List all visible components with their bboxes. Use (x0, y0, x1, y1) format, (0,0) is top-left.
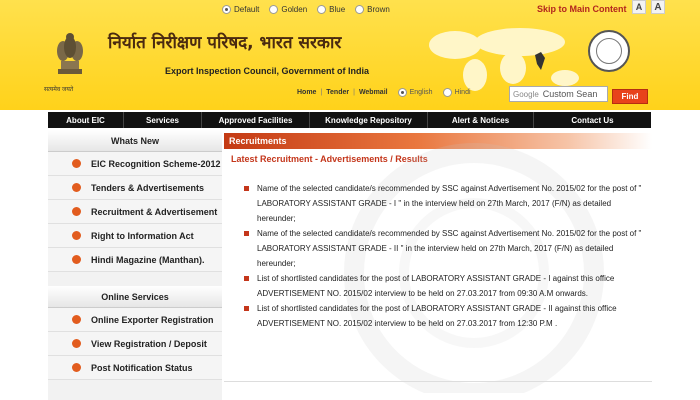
whats-new-heading: Whats New (48, 130, 222, 152)
english-site-title: Export Inspection Council, Government of… (165, 66, 370, 76)
search-input[interactable]: Google Custom Sean (509, 86, 608, 102)
nav-services[interactable]: Services (124, 112, 202, 128)
main-navbar: About EIC Services Approved Facilities K… (48, 112, 651, 128)
nav-contact-us[interactable]: Contact Us (534, 112, 651, 128)
theme-golden[interactable]: Golden (269, 4, 307, 14)
recruitment-link[interactable]: Name of the selected candidate/s recomme… (244, 181, 646, 226)
whats-new-item[interactable]: EIC Recognition Scheme-2012 (48, 152, 222, 176)
left-sidebar: Whats New EIC Recognition Scheme-2012 Te… (48, 130, 222, 400)
recruitment-link[interactable]: List of shortlisted candidates for the p… (244, 271, 646, 301)
skip-to-main-link[interactable]: Skip to Main Content (537, 4, 627, 14)
whats-new-item[interactable]: Hindi Magazine (Manthan). (48, 248, 222, 272)
bullet-arrow-icon (72, 339, 81, 348)
bullet-arrow-icon (72, 363, 81, 372)
radio-icon[interactable] (442, 88, 452, 97)
theme-default[interactable]: Default (222, 4, 259, 14)
whats-new-item[interactable]: Tenders & Advertisements (48, 176, 222, 200)
national-emblem-icon (57, 33, 83, 74)
bullet-arrow-icon (72, 183, 81, 192)
nav-knowledge-repository[interactable]: Knowledge Repository (310, 112, 428, 128)
radio-icon[interactable] (355, 4, 365, 14)
recruitments-panel: Recruitments Latest Recruitment - Advert… (224, 133, 652, 393)
hindi-site-title: निर्यात निरीक्षण परिषद, भारत सरकार (108, 33, 342, 53)
recruitment-link[interactable]: List of shortlisted candidates for the p… (244, 301, 646, 331)
home-link[interactable]: Home (297, 89, 316, 96)
bullet-arrow-icon (72, 207, 81, 216)
theme-blue[interactable]: Blue (317, 4, 345, 14)
online-service-item[interactable]: Online Exporter Registration (48, 308, 222, 332)
theme-switcher: Default Golden Blue Brown (222, 2, 390, 16)
emblem-motto: सत्यमेव जयते (44, 87, 74, 93)
webmail-link[interactable]: Webmail (359, 89, 388, 96)
recruitment-list: Name of the selected candidate/s recomme… (244, 181, 646, 331)
radio-icon[interactable] (397, 88, 407, 97)
lang-hindi[interactable]: Hindi (442, 88, 471, 97)
radio-icon[interactable] (222, 4, 231, 14)
square-bullet-icon (244, 186, 249, 191)
find-button[interactable]: Find (612, 89, 648, 104)
online-service-item[interactable]: Post Notification Status (48, 356, 222, 380)
site-header: Default Golden Blue Brown Skip to Main C… (0, 0, 700, 110)
radio-icon[interactable] (269, 4, 279, 14)
online-services-heading: Online Services (48, 286, 222, 308)
online-service-item[interactable]: View Registration / Deposit (48, 332, 222, 356)
bullet-arrow-icon (72, 255, 81, 264)
nav-about-eic[interactable]: About EIC (48, 112, 124, 128)
recruitments-heading: Recruitments (224, 133, 652, 149)
font-decrease-button[interactable]: A (632, 0, 646, 14)
square-bullet-icon (244, 276, 249, 281)
panel-divider (224, 381, 652, 382)
recruitment-link[interactable]: Name of the selected candidate/s recomme… (244, 226, 646, 271)
font-increase-button[interactable]: A (651, 0, 665, 14)
world-map-icon (429, 28, 579, 91)
whats-new-item[interactable]: Right to Information Act (48, 224, 222, 248)
square-bullet-icon (244, 306, 249, 311)
eic-seal-icon (588, 30, 630, 72)
lang-english[interactable]: English (397, 88, 433, 97)
nav-approved-facilities[interactable]: Approved Facilities (202, 112, 310, 128)
theme-brown[interactable]: Brown (355, 4, 390, 14)
nav-alert-notices[interactable]: Alert & Notices (428, 112, 534, 128)
tender-link[interactable]: Tender (326, 89, 349, 96)
bullet-arrow-icon (72, 315, 81, 324)
bullet-arrow-icon (72, 231, 81, 240)
bullet-arrow-icon (72, 159, 81, 168)
radio-icon[interactable] (317, 4, 327, 14)
whats-new-item[interactable]: Recruitment & Advertisement (48, 200, 222, 224)
square-bullet-icon (244, 231, 249, 236)
top-links: Home | Tender | Webmail English Hindi (297, 88, 471, 97)
